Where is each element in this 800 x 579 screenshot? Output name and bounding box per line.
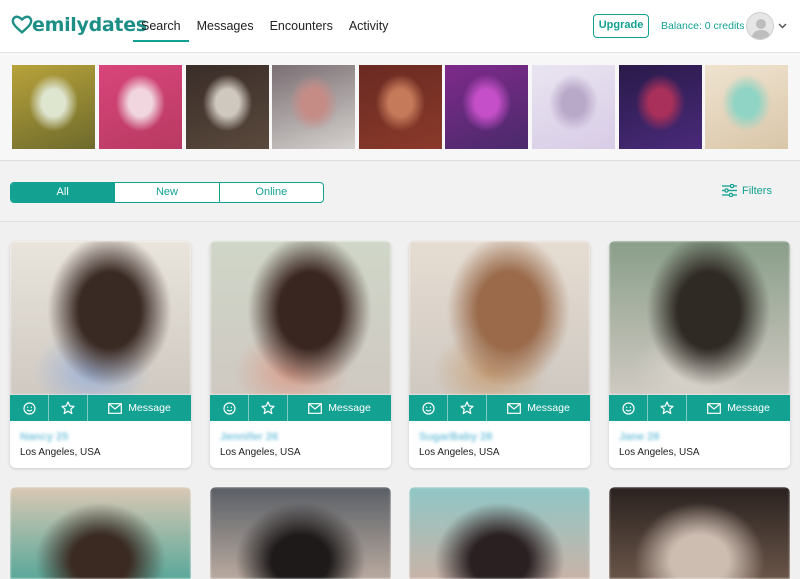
profile-photo[interactable] [210, 241, 391, 395]
filters-button[interactable]: Filters [722, 184, 772, 197]
featured-profile-photo[interactable] [99, 65, 182, 149]
wink-button[interactable] [210, 395, 249, 421]
card-action-bar: Message [409, 395, 590, 421]
card-action-bar: Message [609, 395, 790, 421]
star-icon [261, 401, 275, 415]
profile-photo[interactable] [409, 241, 590, 395]
tab-online[interactable]: Online [220, 183, 323, 202]
featured-profile-photo[interactable] [186, 65, 269, 149]
filters-label: Filters [742, 184, 772, 197]
profile-card[interactable]: Message Jane 28 Los Angeles, USA [609, 241, 790, 468]
main-nav: Search Messages Encounters Activity [133, 0, 396, 53]
nav-encounters[interactable]: Encounters [262, 0, 341, 53]
profile-name[interactable]: Nancy 25 [20, 431, 68, 443]
profile-card[interactable]: Message SugarBaby 28 Los Angeles, USA [409, 241, 590, 468]
profile-photo[interactable] [10, 487, 191, 579]
star-icon [660, 401, 674, 415]
profile-photo[interactable] [210, 487, 391, 579]
message-label: Message [727, 402, 770, 414]
profile-name[interactable]: Jane 28 [619, 431, 659, 443]
profile-card[interactable] [210, 487, 391, 579]
message-button[interactable]: Message [288, 395, 391, 421]
profile-photo[interactable] [609, 487, 790, 579]
logo-text: emilydates [32, 14, 147, 36]
envelope-icon [308, 402, 323, 414]
profile-location: Los Angeles, USA [619, 447, 700, 458]
chevron-down-icon[interactable] [778, 23, 787, 29]
envelope-icon [108, 402, 123, 414]
smiley-icon [22, 401, 36, 415]
favorite-button[interactable] [648, 395, 687, 421]
nav-activity[interactable]: Activity [341, 0, 397, 53]
wink-button[interactable] [10, 395, 49, 421]
featured-profile-photo[interactable] [532, 65, 615, 149]
tab-all[interactable]: All [11, 183, 116, 202]
nav-search[interactable]: Search [133, 0, 189, 53]
envelope-icon [707, 402, 722, 414]
tab-new[interactable]: New [115, 183, 220, 202]
smiley-icon [621, 401, 635, 415]
profile-photo[interactable] [409, 487, 590, 579]
profile-photo[interactable] [609, 241, 790, 395]
profile-card[interactable] [409, 487, 590, 579]
user-silhouette-icon [751, 19, 771, 39]
sliders-icon [722, 184, 737, 197]
featured-profiles-strip [0, 53, 800, 161]
message-label: Message [328, 402, 371, 414]
card-action-bar: Message [10, 395, 191, 421]
account-menu[interactable] [746, 12, 787, 40]
logo[interactable]: emilydates [11, 12, 147, 38]
profile-name[interactable]: Jennifer 26 [220, 431, 278, 443]
favorite-button[interactable] [448, 395, 487, 421]
wink-button[interactable] [609, 395, 648, 421]
profile-location: Los Angeles, USA [220, 447, 301, 458]
filter-bar: All New Online Filters [0, 162, 800, 222]
message-label: Message [527, 402, 570, 414]
credit-balance[interactable]: Balance: 0 credits [661, 20, 744, 32]
star-icon [61, 401, 75, 415]
online-filter-tabs: All New Online [10, 182, 324, 203]
heart-icon [11, 15, 33, 34]
featured-profile-photo[interactable] [12, 65, 95, 149]
profile-card[interactable] [609, 487, 790, 579]
envelope-icon [507, 402, 522, 414]
featured-profile-photo[interactable] [705, 65, 788, 149]
message-button[interactable]: Message [687, 395, 790, 421]
message-button[interactable]: Message [487, 395, 590, 421]
message-button[interactable]: Message [88, 395, 191, 421]
profile-name[interactable]: SugarBaby 28 [419, 431, 492, 443]
smiley-icon [222, 401, 236, 415]
profile-card[interactable] [10, 487, 191, 579]
wink-button[interactable] [409, 395, 448, 421]
profile-location: Los Angeles, USA [20, 447, 101, 458]
profile-card[interactable]: Message Nancy 25 Los Angeles, USA [10, 241, 191, 468]
smiley-icon [421, 401, 435, 415]
star-icon [460, 401, 474, 415]
featured-profile-photo[interactable] [359, 65, 442, 149]
card-action-bar: Message [210, 395, 391, 421]
avatar[interactable] [746, 12, 774, 40]
profile-location: Los Angeles, USA [419, 447, 500, 458]
top-header: emilydates Search Messages Encounters Ac… [0, 0, 800, 53]
favorite-button[interactable] [249, 395, 288, 421]
featured-profile-photo[interactable] [272, 65, 355, 149]
profile-photo[interactable] [10, 241, 191, 395]
profile-card[interactable]: Message Jennifer 26 Los Angeles, USA [210, 241, 391, 468]
upgrade-button[interactable]: Upgrade [593, 14, 649, 38]
message-label: Message [128, 402, 171, 414]
nav-messages[interactable]: Messages [189, 0, 262, 53]
favorite-button[interactable] [49, 395, 88, 421]
featured-profile-photo[interactable] [619, 65, 702, 149]
featured-profile-photo[interactable] [445, 65, 528, 149]
